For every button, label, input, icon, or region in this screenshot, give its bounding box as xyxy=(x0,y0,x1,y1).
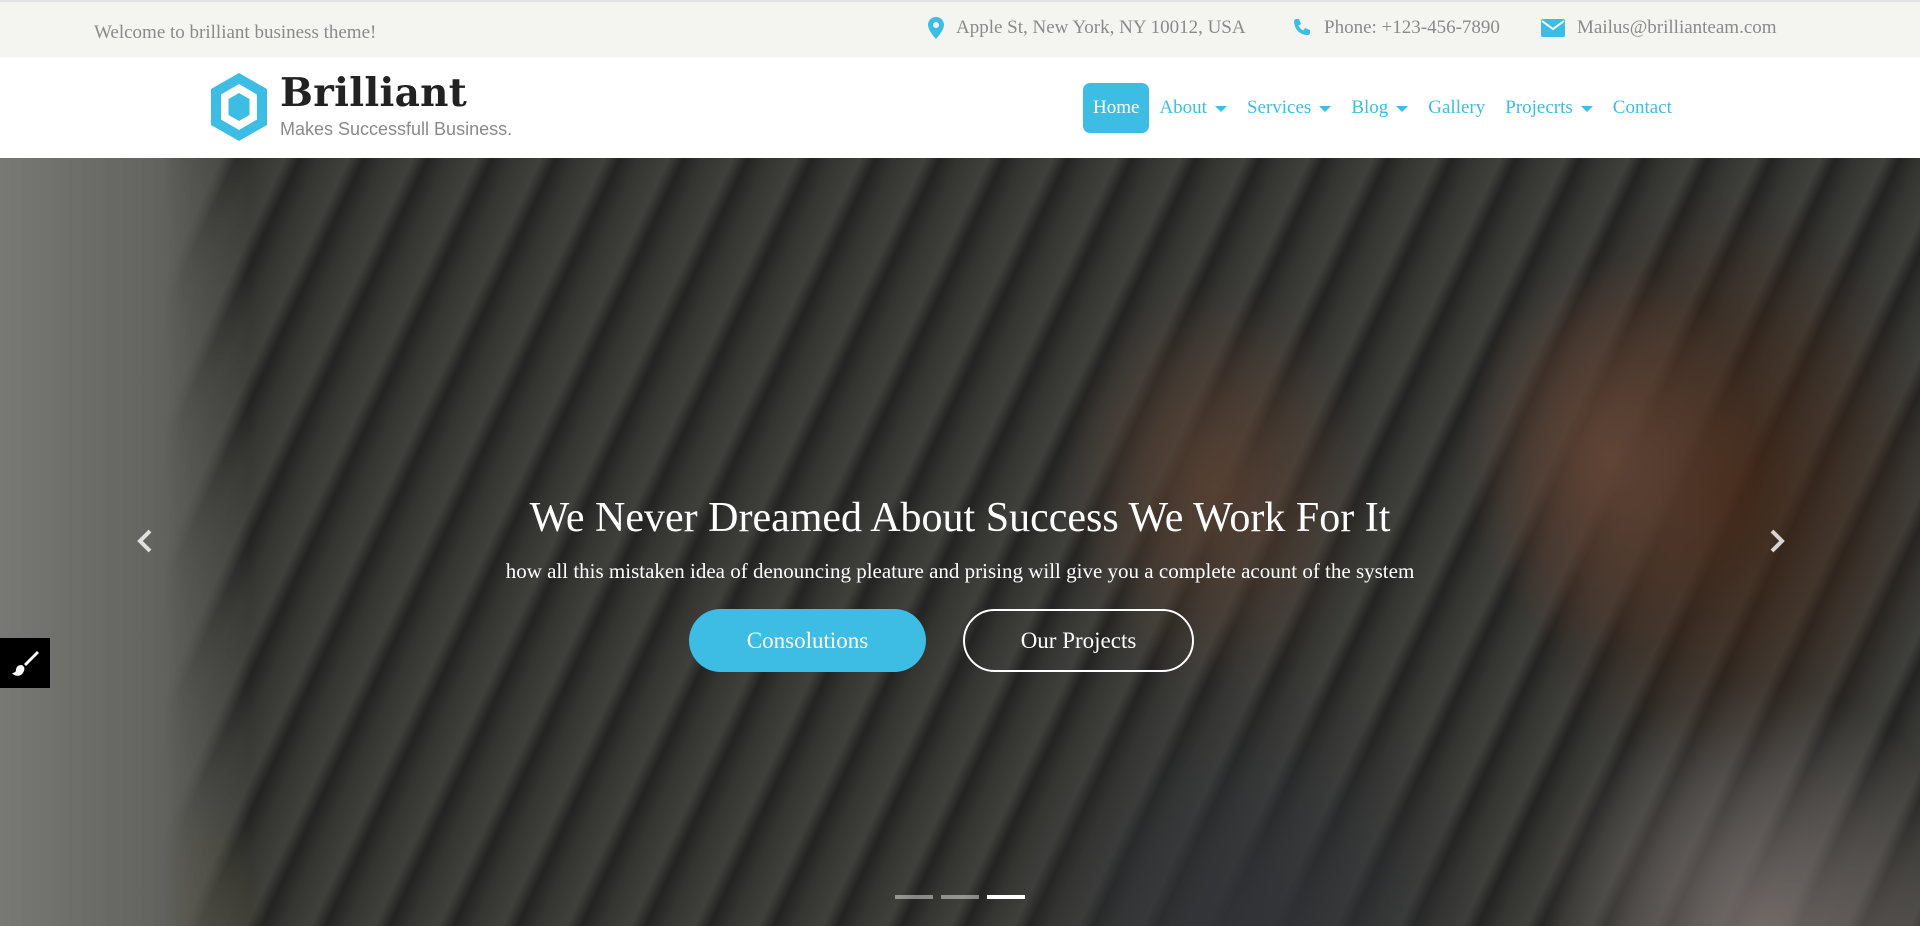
phone-info: Phone: +123-456-7890 xyxy=(1292,17,1500,39)
nav-label: Home xyxy=(1093,97,1140,118)
nav-label: Contact xyxy=(1612,97,1672,118)
caret-down-icon xyxy=(1396,106,1409,112)
top-bar: Welcome to brilliant business theme! App… xyxy=(0,0,1920,57)
slide-indicator-active[interactable] xyxy=(987,895,1025,899)
welcome-text: Welcome to brilliant business theme! xyxy=(94,22,377,43)
hero-subtitle: how all this mistaken idea of denouncing… xyxy=(505,559,1415,583)
hero-slider: We Never Dreamed About Success We Work F… xyxy=(0,158,1920,926)
nav-item-home[interactable]: Home xyxy=(1083,83,1150,133)
style-switcher-button[interactable] xyxy=(0,638,50,688)
phone-text: Phone: +123-456-7890 xyxy=(1324,17,1500,38)
chevron-right-icon[interactable] xyxy=(1762,526,1792,556)
slide-indicator[interactable] xyxy=(941,895,979,899)
nav-item-blog[interactable]: Blog xyxy=(1341,83,1418,133)
address-text: Apple St, New York, NY 10012, USA xyxy=(956,17,1246,38)
nav-item-projects[interactable]: Projecrts xyxy=(1495,83,1603,133)
envelope-icon xyxy=(1541,19,1565,37)
brand-tagline: Makes Successfull Business. xyxy=(280,119,513,139)
nav-item-about[interactable]: About xyxy=(1149,83,1237,133)
hero-content: We Never Dreamed About Success We Work F… xyxy=(0,158,1920,926)
address-info: Apple St, New York, NY 10012, USA xyxy=(928,17,1246,39)
email-link[interactable]: Mailus@brillianteam.com xyxy=(1577,17,1777,39)
caret-down-icon xyxy=(1214,106,1227,112)
our-projects-button[interactable]: Our Projects xyxy=(963,609,1194,672)
nav-label: About xyxy=(1159,97,1207,118)
nav-item-gallery[interactable]: Gallery xyxy=(1418,83,1495,133)
nav-item-contact[interactable]: Contact xyxy=(1603,83,1682,133)
slide-indicator[interactable] xyxy=(895,895,933,899)
caret-down-icon xyxy=(1319,106,1332,112)
nav-label: Gallery xyxy=(1428,97,1486,118)
nav-label: Projecrts xyxy=(1505,97,1573,118)
brand-name: Brilliant xyxy=(280,70,468,116)
consolutions-button[interactable]: Consolutions xyxy=(689,609,926,672)
paintbrush-icon xyxy=(12,651,39,676)
map-pin-icon xyxy=(928,17,944,39)
chevron-left-icon[interactable] xyxy=(130,526,160,556)
hero-title: We Never Dreamed About Success We Work F… xyxy=(529,495,1391,541)
caret-down-icon xyxy=(1580,106,1593,112)
hexagon-logo-icon xyxy=(211,73,267,141)
email-info[interactable]: Mailus@brillianteam.com xyxy=(1541,17,1777,39)
site-header: Brilliant Makes Successfull Business. Ho… xyxy=(0,57,1920,158)
slide-indicators xyxy=(895,895,1033,899)
brand-logo[interactable]: Brilliant Makes Successfull Business. xyxy=(208,71,512,145)
nav-label: Services xyxy=(1246,97,1312,118)
phone-icon xyxy=(1294,19,1310,35)
main-nav: Home About Services Blog Gallery Projecr… xyxy=(1083,83,1682,133)
nav-item-services[interactable]: Services xyxy=(1237,83,1341,133)
nav-label: Blog xyxy=(1351,97,1389,118)
